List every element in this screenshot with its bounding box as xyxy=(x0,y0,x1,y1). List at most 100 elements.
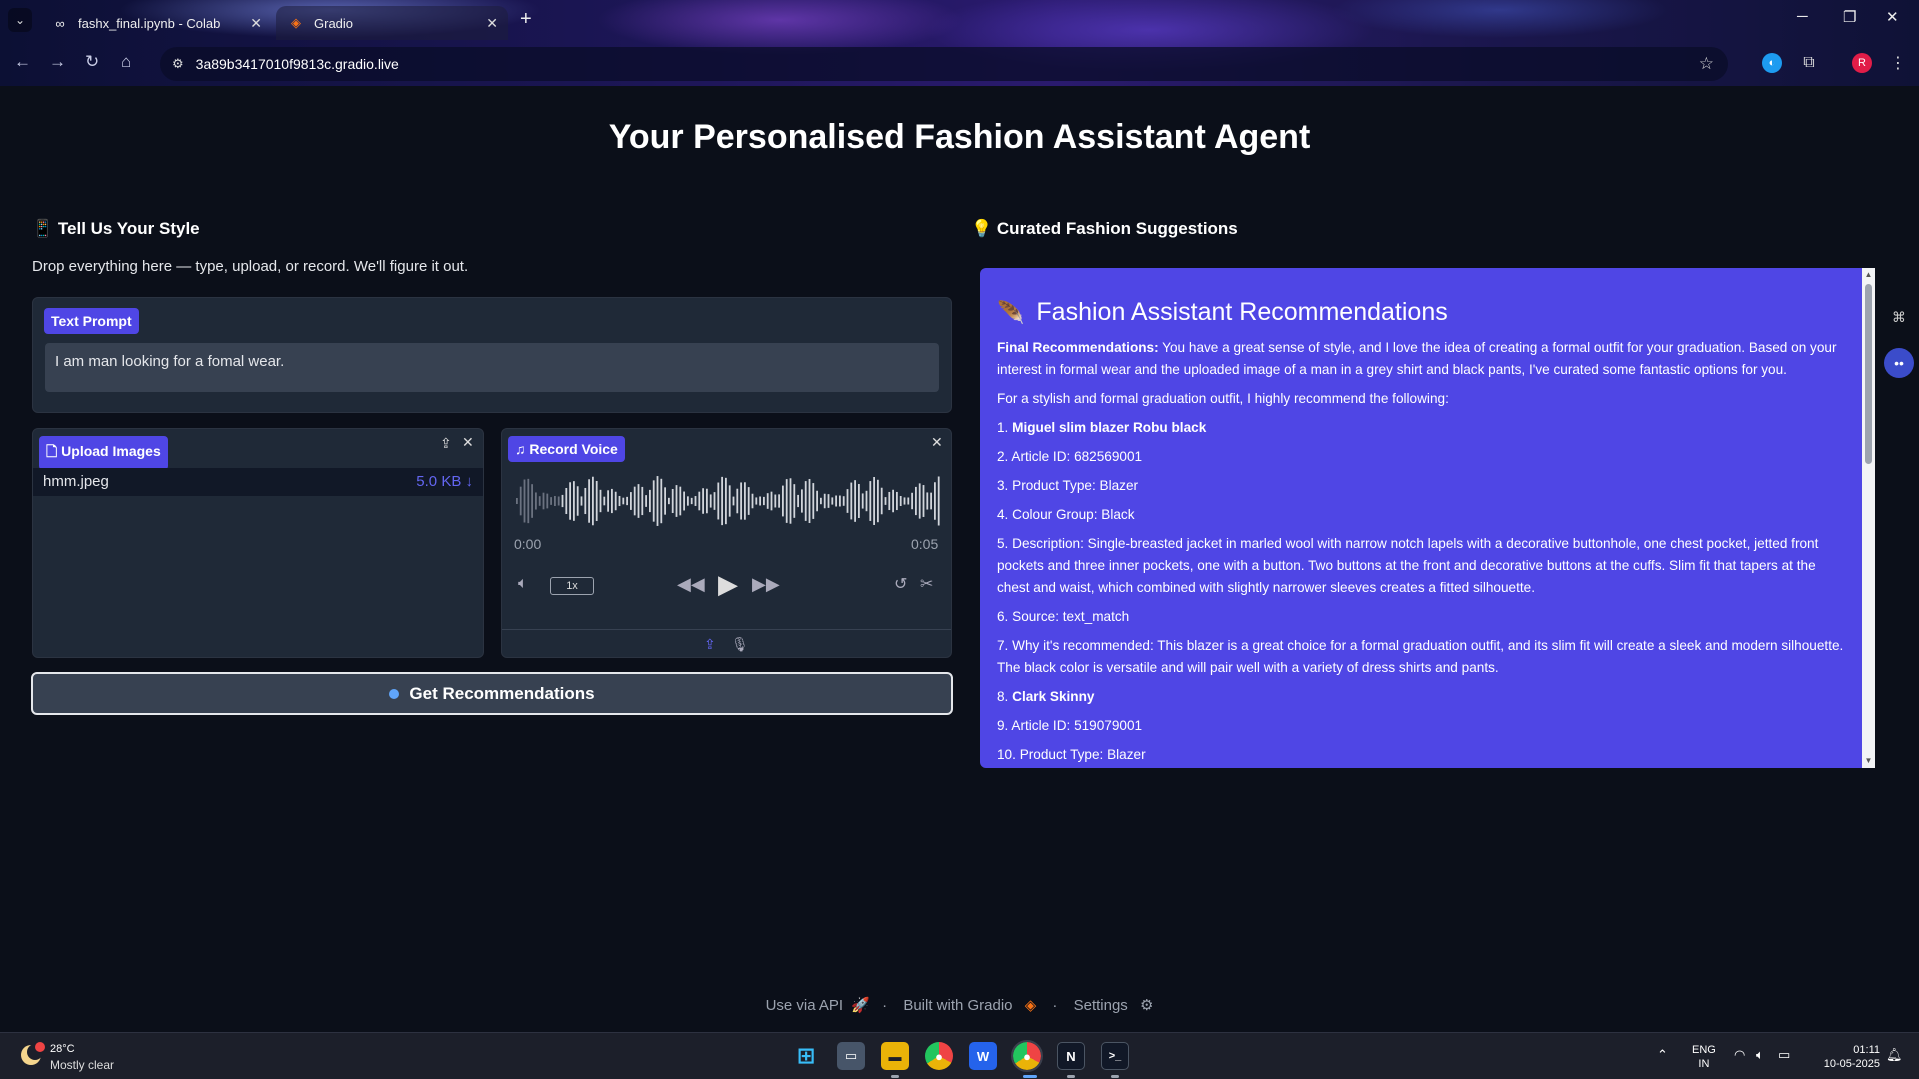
waveform-bar xyxy=(785,479,788,523)
get-recommendations-button[interactable]: Get Recommendations xyxy=(31,672,953,715)
scroll-down-icon[interactable]: ▼ xyxy=(1862,756,1875,765)
scroll-thumb[interactable] xyxy=(1865,284,1872,464)
waveform-bar xyxy=(656,476,659,526)
text-prompt-input[interactable]: I am man looking for a fomal wear. xyxy=(45,343,939,392)
file-explorer-icon[interactable]: ▬ xyxy=(881,1042,909,1070)
right-section-heading: 💡 Curated Fashion Suggestions xyxy=(971,219,1238,238)
waveform-bar xyxy=(546,493,549,509)
waveform-bar xyxy=(842,496,845,506)
use-via-api-link[interactable]: Use via API 🚀 xyxy=(762,997,870,1014)
waveform-bar xyxy=(523,479,526,523)
clear-icon[interactable]: ✕ xyxy=(931,434,943,451)
reload-icon[interactable]: ↻ xyxy=(85,52,99,72)
audio-waveform[interactable] xyxy=(514,473,942,529)
waveform-bar xyxy=(823,493,826,509)
waveform-bar xyxy=(645,495,647,507)
volume-icon[interactable]: 🔈︎ xyxy=(518,575,528,593)
waveform-bar xyxy=(626,496,628,506)
side-tools-icon[interactable]: ⌘ xyxy=(1884,302,1914,332)
speaker-icon[interactable]: 🔈︎ xyxy=(1756,1047,1764,1063)
close-tab-icon[interactable]: ✕ xyxy=(250,15,262,32)
weather-temperature[interactable]: 28°C xyxy=(50,1043,75,1055)
upload-audio-icon[interactable]: ⇪ xyxy=(704,636,716,653)
close-window-button[interactable]: ✕ xyxy=(1886,8,1899,26)
browser-menu-icon[interactable]: ⋮ xyxy=(1888,53,1908,73)
tab-search-button[interactable]: ⌄ xyxy=(8,8,32,32)
built-with-gradio-link[interactable]: Built with Gradio ◈ xyxy=(899,997,1040,1014)
notion-icon[interactable]: N xyxy=(1057,1042,1085,1070)
site-info-icon[interactable]: ⚙ xyxy=(172,56,184,72)
waveform-bar xyxy=(797,494,799,508)
battery-icon[interactable]: ▭ xyxy=(1778,1047,1790,1063)
playback-speed-button[interactable]: 1x xyxy=(550,577,594,595)
profile-avatar[interactable]: R xyxy=(1852,53,1872,73)
forward-icon[interactable]: → xyxy=(49,52,66,72)
notifications-icon[interactable]: 🔔︎ xyxy=(1886,1047,1903,1063)
file-name[interactable]: hmm.jpeg xyxy=(43,473,109,490)
word-icon[interactable]: W xyxy=(969,1042,997,1070)
recommendations-scrollbar[interactable]: ▲ ▼ xyxy=(1862,268,1875,768)
fast-forward-icon[interactable]: ▶▶ xyxy=(752,574,780,595)
upload-icon[interactable]: ⇪ xyxy=(440,435,452,452)
tab-title: fashx_final.ipynb - Colab xyxy=(78,15,221,31)
waveform-bar xyxy=(835,495,837,507)
waveform-bar xyxy=(535,492,537,510)
waveform-bar xyxy=(573,481,575,521)
minimize-button[interactable]: ─ xyxy=(1797,8,1808,25)
waveform-bar xyxy=(557,496,560,506)
waveform-bar xyxy=(736,488,739,514)
trim-scissors-icon[interactable]: ✂ xyxy=(920,574,933,594)
waveform-bar xyxy=(763,496,765,506)
scroll-up-icon[interactable]: ▲ xyxy=(1862,270,1875,279)
task-view-icon[interactable]: ▭ xyxy=(837,1042,865,1070)
system-clock[interactable]: 01:11 10-05-2025 xyxy=(1812,1043,1880,1071)
restore-button[interactable]: ❐ xyxy=(1843,8,1856,26)
reset-icon[interactable]: ↺ xyxy=(894,574,907,594)
chrome-icon[interactable]: ● xyxy=(925,1042,953,1070)
waveform-bar xyxy=(679,486,682,516)
wifi-icon[interactable]: ◠ xyxy=(1734,1047,1745,1063)
waveform-bar xyxy=(896,491,898,511)
waveform-bar xyxy=(812,483,815,519)
gradio-logo-icon: ◈ xyxy=(1024,997,1037,1014)
chrome-profile-icon[interactable]: ● xyxy=(1011,1040,1043,1072)
extension-icon[interactable]: ◐ xyxy=(1762,53,1782,73)
recommendation-item: 9. Article ID: 519079001 xyxy=(997,718,1143,733)
windows-start-icon[interactable]: ⊞ xyxy=(792,1042,820,1070)
home-icon[interactable]: ⌂ xyxy=(121,52,131,72)
back-icon[interactable]: ← xyxy=(14,52,31,72)
close-tab-icon[interactable]: ✕ xyxy=(486,15,498,32)
rewind-icon[interactable]: ◀◀ xyxy=(677,574,705,595)
address-bar[interactable]: ⚙ 3a89b3417010f9813c.gradio.live ☆ xyxy=(160,47,1728,81)
new-tab-button[interactable]: + xyxy=(520,8,532,31)
recommendations-panel[interactable]: 🪶 Fashion Assistant Recommendations Fina… xyxy=(980,268,1875,768)
windows-taskbar: 28°C Mostly clear ⊞ ▭ ▬ ● W ● N >_ ⌃ ENG… xyxy=(0,1032,1919,1079)
tab-colab[interactable]: ∞ fashx_final.ipynb - Colab ✕ xyxy=(40,6,272,40)
waveform-bar xyxy=(713,492,716,510)
waveform-bar xyxy=(576,486,579,516)
text-prompt-block: Text Prompt I am man looking for a fomal… xyxy=(32,297,952,413)
weather-moon-icon[interactable] xyxy=(18,1041,46,1069)
final-recommendations-text: Final Recommendations: You have a great … xyxy=(997,340,1837,377)
language-indicator[interactable]: ENG IN xyxy=(1692,1043,1716,1071)
waveform-bar xyxy=(865,490,868,512)
url-text[interactable]: 3a89b3417010f9813c.gradio.live xyxy=(196,56,399,72)
extensions-puzzle-icon[interactable]: ⧉ xyxy=(1799,53,1819,73)
tab-gradio[interactable]: ◈ Gradio ✕ xyxy=(276,6,508,40)
clear-icon[interactable]: ✕ xyxy=(462,434,474,451)
file-row[interactable]: hmm.jpeg 5.0 KB ↓ xyxy=(33,468,483,496)
play-icon[interactable]: ▶ xyxy=(718,569,738,600)
terminal-icon[interactable]: >_ xyxy=(1101,1042,1129,1070)
waveform-bar xyxy=(565,487,568,515)
assistant-bubble-icon[interactable]: •• xyxy=(1884,348,1914,378)
waveform-bar xyxy=(603,496,606,506)
waveform-bar xyxy=(630,492,632,510)
microphone-icon[interactable]: 🎙︎ xyxy=(731,636,749,653)
waveform-bar xyxy=(907,497,910,505)
waveform-bar xyxy=(641,486,644,516)
file-size[interactable]: 5.0 KB ↓ xyxy=(416,473,473,490)
show-hidden-icons-icon[interactable]: ⌃ xyxy=(1657,1047,1668,1063)
weather-condition[interactable]: Mostly clear xyxy=(50,1058,114,1072)
settings-link[interactable]: Settings ⚙ xyxy=(1070,997,1158,1014)
bookmark-star-icon[interactable]: ☆ xyxy=(1699,54,1714,74)
